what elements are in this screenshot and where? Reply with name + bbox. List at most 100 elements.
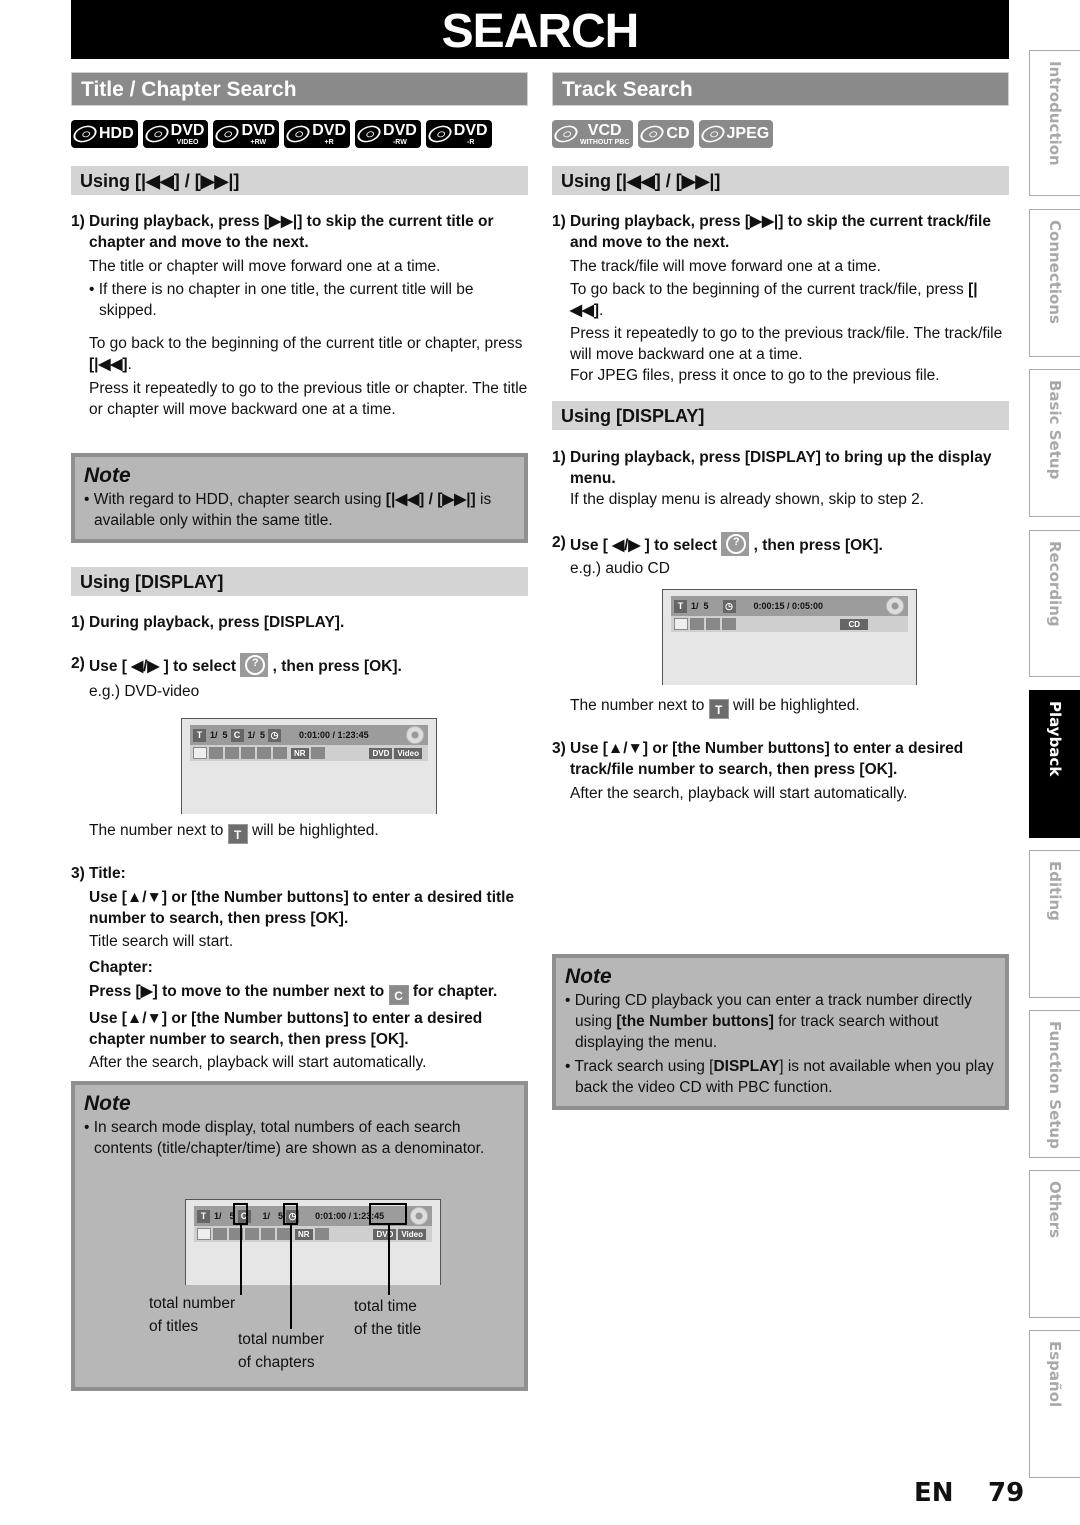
disc-icon bbox=[552, 122, 580, 146]
disc-icon bbox=[425, 122, 454, 146]
title-chapter-search-section: Title / Chapter Search HDD DVD VIDEO DVD +… bbox=[71, 72, 528, 1391]
step-text: If the display menu is already shown, sk… bbox=[570, 491, 925, 508]
side-tab-introduction[interactable]: Introduction bbox=[1029, 50, 1080, 196]
back-text: To go back to the beginning of the curre… bbox=[570, 281, 978, 319]
dvd-tag: DVD bbox=[373, 1228, 397, 1240]
note-item: • During CD playback you can enter a tra… bbox=[565, 992, 972, 1051]
after-text: After the search, playback will start au… bbox=[570, 785, 908, 802]
back-text: To go back to the beginning of the curre… bbox=[89, 335, 523, 373]
note-title: Note bbox=[84, 464, 131, 487]
bullet-text: • If there is no chapter in one title, t… bbox=[89, 281, 474, 319]
media-badge-dvd-plus-rw: DVD +RW bbox=[213, 120, 280, 148]
repeat-icon bbox=[706, 618, 720, 630]
side-tab-espanol[interactable]: Español bbox=[1029, 1330, 1080, 1478]
note-box: Note • During CD playback you can enter … bbox=[552, 954, 1009, 1110]
video-tag: Video bbox=[394, 747, 422, 759]
disc-icon bbox=[410, 1207, 428, 1225]
title-result: Title search will start. bbox=[89, 933, 234, 950]
step-2: 2) Use [ ◀/▶ ] to select , then press [O… bbox=[552, 532, 1009, 556]
media-badge-dvd-plus-r: DVD +R bbox=[284, 120, 351, 148]
note-item: • With regard to HDD, chapter search usi… bbox=[84, 491, 492, 529]
title-icon: T bbox=[193, 728, 206, 742]
video-tag: Video bbox=[398, 1228, 426, 1240]
subsection-heading: Using [|◀◀] / [▶▶|] bbox=[71, 166, 528, 195]
surround-icon bbox=[277, 1228, 291, 1240]
subsection-heading: Using [DISPLAY] bbox=[71, 567, 528, 596]
clock-icon: ◷ bbox=[722, 599, 736, 613]
audio-icon bbox=[209, 747, 223, 759]
disc-icon bbox=[698, 122, 727, 146]
highlight-box-chapters bbox=[283, 1203, 298, 1225]
media-badge-dvd-minus-rw: DVD -RW bbox=[355, 120, 421, 148]
osd-menu-bar: NR DVD Video bbox=[190, 745, 428, 761]
media-badge-hdd: HDD bbox=[71, 120, 138, 148]
step-3: 3) Title: bbox=[71, 865, 126, 882]
title-icon: T bbox=[227, 824, 248, 844]
side-tab-editing[interactable]: Editing bbox=[1029, 850, 1080, 998]
callout-line-chapters bbox=[290, 1225, 292, 1329]
media-badges: HDD DVD VIDEO DVD +RW DVD +R DVD -RW DVD -R bbox=[71, 120, 528, 150]
note-box: Note • In search mode display, total num… bbox=[71, 1081, 528, 1391]
callout-line-titles bbox=[240, 1225, 242, 1295]
jpeg-text: For JPEG files, press it once to go to t… bbox=[570, 367, 940, 384]
step-text: The title or chapter will move forward o… bbox=[89, 258, 441, 275]
chapter-label: Chapter: bbox=[89, 959, 153, 976]
callout-line-time bbox=[388, 1225, 390, 1295]
step-2: 2) Use [ ◀/▶ ] to select , then press [O… bbox=[71, 653, 528, 677]
disc-icon bbox=[886, 597, 904, 615]
search-select-icon bbox=[721, 532, 750, 556]
disc-icon bbox=[213, 122, 242, 146]
page-number: 79 bbox=[988, 1478, 1025, 1508]
chapter-icon: C bbox=[230, 728, 244, 742]
title-instruction: Use [▲/▼] or [the Number buttons] to ent… bbox=[89, 889, 515, 927]
hdd-icon bbox=[71, 122, 99, 146]
highlight-box-titles bbox=[233, 1203, 248, 1225]
side-tab-playback[interactable]: Playback bbox=[1029, 690, 1080, 838]
search-icon bbox=[197, 1228, 211, 1240]
cd-tag: CD bbox=[840, 618, 868, 630]
example-label: e.g.) DVD-video bbox=[89, 683, 200, 700]
osd-status-bar: T 1/ 5 C 1/ 5 ◷ 0:01:00 / 1:23:45 bbox=[190, 725, 428, 745]
audio-icon bbox=[690, 618, 704, 630]
highlight-text: The number next to T will be highlighted… bbox=[89, 822, 379, 844]
side-tab-connections[interactable]: Connections bbox=[1029, 209, 1080, 357]
angle-icon bbox=[241, 747, 255, 759]
side-tab-function-setup[interactable]: Function Setup bbox=[1029, 1010, 1080, 1158]
search-select-icon bbox=[240, 653, 269, 677]
clock-icon: ◷ bbox=[268, 728, 282, 742]
note-item: • In search mode display, total numbers … bbox=[84, 1119, 485, 1157]
callout-total-time: total time of the title bbox=[354, 1298, 422, 1338]
repeat-icon bbox=[257, 747, 271, 759]
note-title: Note bbox=[565, 965, 612, 988]
media-badges: VCD WITHOUT PBC CD JPEG bbox=[552, 120, 1009, 150]
side-tab-basic-setup[interactable]: Basic Setup bbox=[1029, 369, 1080, 517]
angle-icon bbox=[245, 1228, 259, 1240]
disc-icon bbox=[355, 122, 383, 146]
step-1: 1) During playback, press [DISPLAY]. bbox=[71, 614, 345, 631]
chapter-instruction: Use [▲/▼] or [the Number buttons] to ent… bbox=[89, 1010, 483, 1048]
highlight-box-time bbox=[369, 1203, 407, 1225]
step-1: 1) During playback, press [▶▶|] to skip … bbox=[552, 213, 991, 251]
note-box: Note • With regard to HDD, chapter searc… bbox=[71, 453, 528, 543]
media-badge-dvd-minus-r: DVD -R bbox=[425, 120, 492, 148]
step-1: 1) During playback, press [▶▶|] to skip … bbox=[71, 213, 494, 251]
nr-icon: NR bbox=[291, 747, 309, 759]
search-icon bbox=[193, 747, 207, 759]
nr-icon: NR bbox=[295, 1228, 313, 1240]
title-icon: T bbox=[674, 599, 687, 613]
surround-icon bbox=[722, 618, 736, 630]
media-badge-dvd-video: DVD VIDEO bbox=[142, 120, 209, 148]
side-tab-others[interactable]: Others bbox=[1029, 1170, 1080, 1318]
media-badge-cd: CD bbox=[638, 120, 694, 148]
media-badge-jpeg: JPEG bbox=[698, 120, 774, 148]
side-tab-recording[interactable]: Recording bbox=[1029, 530, 1080, 677]
subsection-heading: Using [|◀◀] / [▶▶|] bbox=[552, 166, 1009, 195]
title-icon: T bbox=[708, 699, 729, 719]
title-icon: T bbox=[197, 1209, 210, 1223]
after-text: After the search, playback will start au… bbox=[89, 1054, 427, 1071]
zoom-icon bbox=[314, 1228, 329, 1240]
osd-display-cd: T 1/ 5 ◷ 0:00:15 / 0:05:00 CD bbox=[662, 589, 917, 685]
disc-icon bbox=[638, 122, 667, 146]
zoom-icon bbox=[310, 747, 325, 759]
language-code: EN bbox=[914, 1478, 954, 1508]
